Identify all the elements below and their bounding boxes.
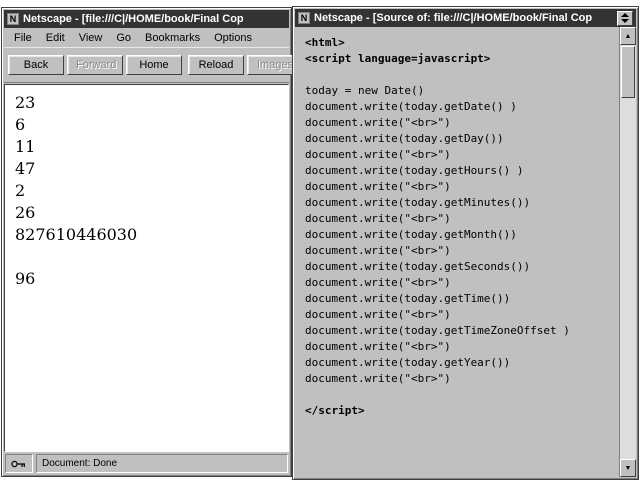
source-line: document.write(today.getDay()) [305, 131, 617, 147]
source-body: <html><script language=javascript> today… [295, 27, 636, 477]
source-line [305, 387, 617, 403]
source-line: today = new Date() [305, 83, 617, 99]
scroll-down-button[interactable]: ▼ [620, 459, 636, 477]
source-line: document.write(today.getHours() ) [305, 163, 617, 179]
source-line: document.write(today.getTimeZoneOffset ) [305, 323, 617, 339]
security-cell [5, 454, 33, 473]
source-line: document.write("<br>") [305, 275, 617, 291]
document-line: 827610446030 [15, 224, 278, 246]
source-line [305, 67, 617, 83]
browser-window: N Netscape - [file:///C|/HOME/book/Final… [1, 7, 292, 477]
back-button[interactable]: Back [8, 55, 64, 75]
source-line: document.write("<br>") [305, 147, 617, 163]
source-line: document.write("<br>") [305, 211, 617, 227]
document-line [15, 246, 278, 268]
source-line: <html> [305, 35, 617, 51]
document-line: 23 [15, 92, 278, 114]
menu-options[interactable]: Options [207, 30, 259, 46]
document-line: 6 [15, 114, 278, 136]
browser-content: 2361147226827610446030 96 [4, 84, 289, 452]
source-line: document.write("<br>") [305, 307, 617, 323]
menu-bar: File Edit View Go Bookmarks Options [4, 28, 289, 47]
scroll-up-button[interactable]: ▲ [620, 27, 636, 45]
source-window: N Netscape - [Source of: file:///C|/HOME… [292, 6, 639, 480]
document-line: 47 [15, 158, 278, 180]
restore-arrows-icon [621, 13, 629, 23]
source-line: document.write(today.getDate() ) [305, 99, 617, 115]
source-line: document.write("<br>") [305, 243, 617, 259]
menu-edit[interactable]: Edit [39, 30, 72, 46]
source-line: document.write(today.getTime()) [305, 291, 617, 307]
scroll-thumb[interactable] [621, 46, 635, 98]
menu-view[interactable]: View [72, 30, 110, 46]
reload-button[interactable]: Reload [188, 55, 244, 75]
restore-button[interactable] [617, 11, 633, 26]
source-line: document.write(today.getSeconds()) [305, 259, 617, 275]
window-title: Netscape - [file:///C|/HOME/book/Final C… [23, 13, 286, 25]
document-line: 2 [15, 180, 278, 202]
menu-file[interactable]: File [7, 30, 39, 46]
source-line: document.write("<br>") [305, 115, 617, 131]
toolbar: Back Forward Home Reload Images [4, 47, 289, 83]
status-message: Document: Done [36, 454, 288, 473]
status-bar: Document: Done [4, 453, 289, 474]
menu-go[interactable]: Go [109, 30, 138, 46]
vertical-scrollbar[interactable]: ▲ ▼ [619, 27, 636, 477]
source-line: document.write(today.getMinutes()) [305, 195, 617, 211]
source-line: document.write("<br>") [305, 339, 617, 355]
source-window-title: Netscape - [Source of: file:///C|/HOME/b… [314, 12, 613, 24]
document-line: 26 [15, 202, 278, 224]
source-line: </script> [305, 403, 617, 419]
source-line: document.write(today.getMonth()) [305, 227, 617, 243]
source-title-bar[interactable]: N Netscape - [Source of: file:///C|/HOME… [295, 9, 636, 27]
security-key-icon [11, 459, 27, 469]
netscape-icon: N [7, 13, 19, 25]
menu-bookmarks[interactable]: Bookmarks [138, 30, 207, 46]
forward-button[interactable]: Forward [67, 55, 123, 75]
title-bar[interactable]: N Netscape - [file:///C|/HOME/book/Final… [4, 10, 289, 28]
source-line: document.write("<br>") [305, 371, 617, 387]
document-line: 11 [15, 136, 278, 158]
source-line: document.write("<br>") [305, 179, 617, 195]
scroll-track[interactable] [620, 99, 636, 459]
source-line: document.write(today.getYear()) [305, 355, 617, 371]
document-line: 96 [15, 268, 278, 290]
source-line: <script language=javascript> [305, 51, 617, 67]
source-code: <html><script language=javascript> today… [295, 27, 619, 477]
netscape-icon: N [298, 12, 310, 24]
home-button[interactable]: Home [126, 55, 182, 75]
